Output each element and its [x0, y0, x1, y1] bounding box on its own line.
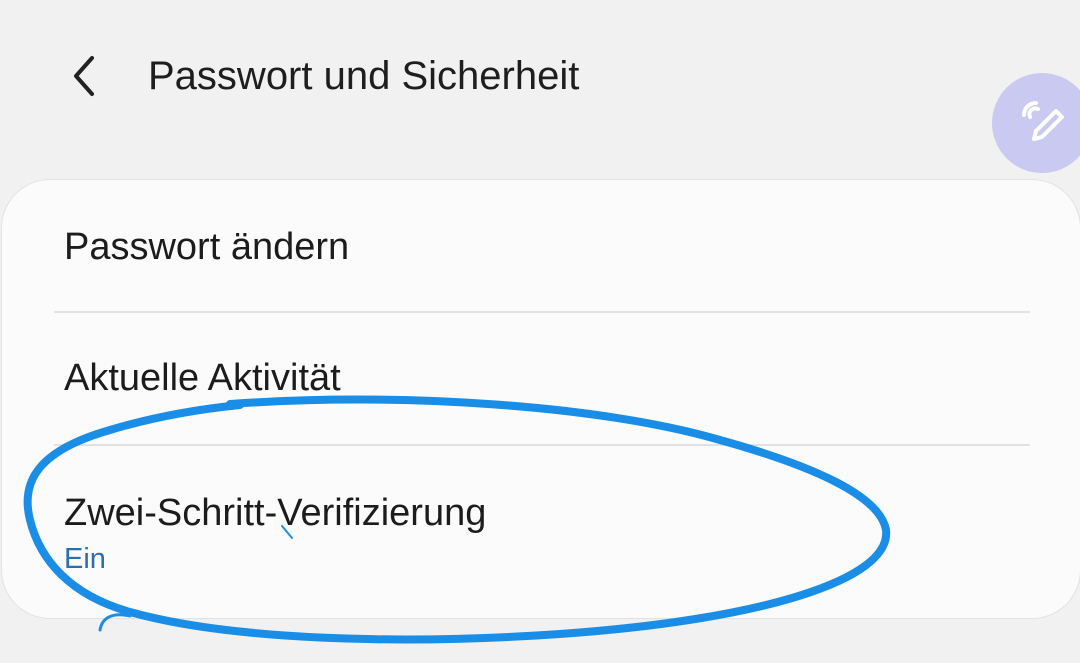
- two-step-verification-status: Ein: [64, 543, 106, 575]
- back-button[interactable]: [56, 48, 112, 104]
- recent-activity-item[interactable]: Aktuelle Aktivität: [2, 313, 1080, 445]
- page-title: Passwort und Sicherheit: [148, 54, 580, 98]
- screen: Passwort und Sicherheit Passwort ändern …: [0, 0, 1080, 663]
- change-password-label: Passwort ändern: [64, 226, 350, 268]
- app-header: Passwort und Sicherheit: [0, 0, 1080, 173]
- two-step-verification-label: Zwei-Schritt-Verifizierung: [64, 492, 487, 534]
- pen-icon: [1022, 101, 1064, 141]
- two-step-verification-item[interactable]: Zwei-Schritt-Verifizierung Ein: [2, 446, 1080, 618]
- recent-activity-label: Aktuelle Aktivität: [64, 357, 341, 399]
- settings-card: Passwort ändern Aktuelle Aktivität Zwei-…: [2, 180, 1080, 618]
- pen-floating-button[interactable]: [992, 73, 1080, 173]
- change-password-item[interactable]: Passwort ändern: [2, 180, 1080, 312]
- chevron-left-icon: [74, 56, 94, 96]
